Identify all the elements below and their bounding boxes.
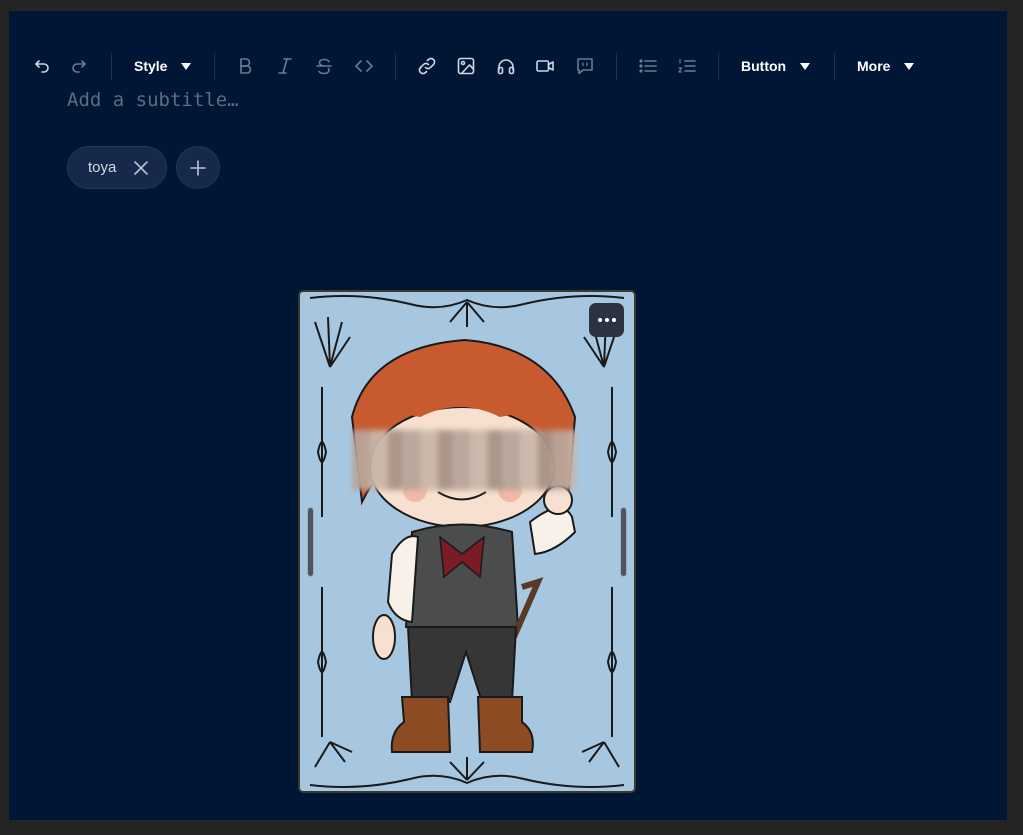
code-icon: [355, 60, 373, 72]
button-dropdown-label: Button: [741, 58, 787, 74]
redo-icon: [72, 60, 86, 73]
numbered-list-button[interactable]: [673, 53, 701, 79]
caret-down-icon: [181, 62, 192, 70]
more-dropdown-label: More: [857, 58, 891, 74]
bullet-list-button[interactable]: [634, 53, 662, 79]
more-dropdown[interactable]: More: [857, 53, 915, 79]
close-icon: [134, 161, 148, 175]
more-horizontal-icon: [597, 318, 602, 322]
bold-icon: [240, 58, 252, 74]
quote-bubble-icon: [577, 58, 593, 75]
link-icon: [418, 57, 436, 75]
audio-button[interactable]: [492, 53, 520, 79]
caret-down-icon: [904, 62, 915, 70]
resize-handle-left[interactable]: [307, 507, 314, 577]
privacy-blur-overlay: [352, 430, 576, 490]
toolbar-divider: [834, 53, 835, 80]
image-icon: [457, 57, 475, 75]
resize-handle-right[interactable]: [620, 507, 627, 577]
editor-canvas: Style Button More Add a subtitle… toya: [9, 11, 1007, 820]
bullet-list-icon: [639, 59, 657, 73]
toolbar-divider: [718, 53, 719, 80]
image-block[interactable]: [298, 290, 636, 793]
image-options-button[interactable]: [589, 303, 624, 337]
toolbar-divider: [214, 53, 215, 80]
plus-icon: [190, 159, 206, 176]
video-icon: [536, 60, 554, 72]
style-dropdown-label: Style: [134, 58, 168, 74]
video-button[interactable]: [531, 53, 559, 79]
style-dropdown[interactable]: Style: [134, 53, 192, 79]
chibi-character-card-image: [309, 295, 625, 788]
embed-button[interactable]: [571, 53, 599, 79]
image-button[interactable]: [452, 53, 480, 79]
italic-icon: [278, 58, 292, 74]
link-button[interactable]: [413, 53, 441, 79]
italic-button[interactable]: [271, 53, 299, 79]
strikethrough-button[interactable]: [310, 53, 338, 79]
add-tag-button[interactable]: [176, 146, 220, 189]
undo-icon: [35, 60, 49, 73]
subtitle-input[interactable]: [67, 87, 667, 113]
bold-button[interactable]: [231, 53, 259, 79]
strikethrough-icon: [316, 58, 332, 75]
more-horizontal-icon-dot: [604, 318, 609, 322]
numbered-list-icon: [678, 58, 696, 73]
headphones-icon: [497, 59, 515, 75]
undo-button[interactable]: [27, 53, 55, 79]
toolbar-divider: [395, 53, 396, 80]
more-horizontal-icon-dot: [611, 318, 616, 322]
toolbar-divider: [111, 53, 112, 80]
button-dropdown[interactable]: Button: [741, 53, 811, 79]
tag-label: toya: [88, 159, 117, 176]
caret-down-icon: [800, 62, 811, 70]
code-button[interactable]: [350, 53, 378, 79]
tag-chip[interactable]: toya: [67, 146, 167, 189]
toolbar-divider: [616, 53, 617, 80]
formatting-toolbar: Style Button More: [9, 49, 1007, 83]
remove-tag-button[interactable]: [132, 159, 150, 177]
redo-button[interactable]: [66, 53, 94, 79]
